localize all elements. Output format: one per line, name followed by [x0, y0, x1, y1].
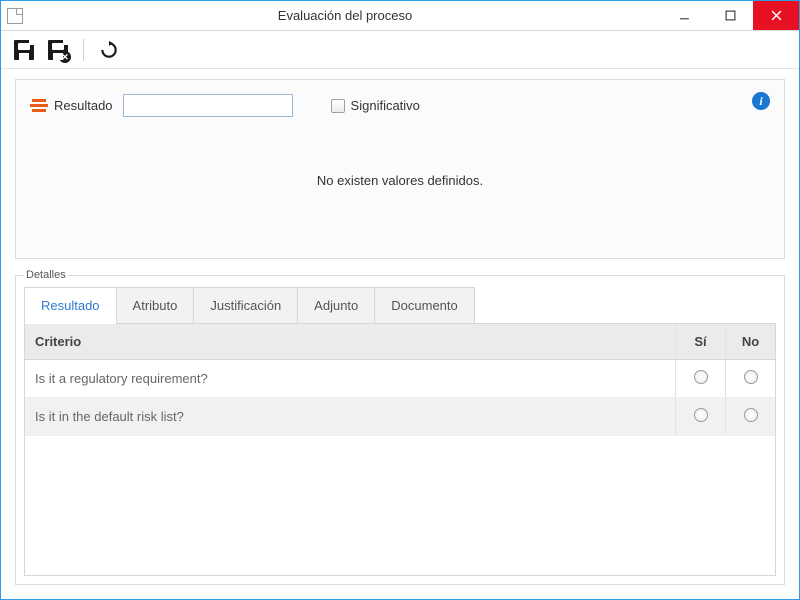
details-fieldset: Detalles Resultado Atributo Justificació…: [15, 269, 785, 585]
significant-checkbox[interactable]: [331, 99, 345, 113]
info-button[interactable]: i: [752, 92, 770, 110]
header-panel: Resultado Significativo i No existen val…: [15, 79, 785, 259]
save-cancel-icon: ✕: [48, 40, 68, 60]
radio-no[interactable]: [744, 408, 758, 422]
window-buttons: [661, 1, 799, 30]
document-icon: [7, 8, 23, 24]
criteria-cell: Is it in the default risk list?: [25, 399, 675, 434]
window-title: Evaluación del proceso: [29, 8, 661, 23]
col-criteria-header: Criterio: [25, 324, 675, 359]
tab-justificacion[interactable]: Justificación: [193, 287, 298, 323]
grid-header: Criterio Sí No: [25, 324, 775, 360]
save-cancel-button[interactable]: ✕: [43, 35, 73, 65]
tab-documento[interactable]: Documento: [374, 287, 474, 323]
criteria-cell: Is it a regulatory requirement?: [25, 361, 675, 396]
window: Evaluación del proceso ✕: [0, 0, 800, 600]
table-row: Is it a regulatory requirement?: [25, 360, 775, 398]
tab-adjunto[interactable]: Adjunto: [297, 287, 375, 323]
col-yes-header: Sí: [675, 324, 725, 359]
col-no-header: No: [725, 324, 775, 359]
tab-resultado[interactable]: Resultado: [24, 287, 117, 323]
titlebar: Evaluación del proceso: [1, 1, 799, 31]
toolbar: ✕: [1, 31, 799, 69]
significant-label: Significativo: [351, 98, 420, 113]
details-legend: Detalles: [24, 269, 68, 281]
save-button[interactable]: [9, 35, 39, 65]
radio-yes[interactable]: [694, 370, 708, 384]
maximize-icon: [725, 10, 736, 21]
refresh-button[interactable]: [94, 35, 124, 65]
minimize-button[interactable]: [661, 1, 707, 30]
header-row: Resultado Significativo: [30, 94, 770, 117]
tabs: Resultado Atributo Justificación Adjunto…: [24, 287, 776, 323]
radio-yes[interactable]: [694, 408, 708, 422]
table-row: Is it in the default risk list?: [25, 398, 775, 436]
content: Resultado Significativo i No existen val…: [1, 69, 799, 599]
maximize-button[interactable]: [707, 1, 753, 30]
refresh-icon: [99, 40, 119, 60]
result-input[interactable]: [123, 94, 293, 117]
result-label: Resultado: [54, 98, 113, 113]
empty-message: No existen valores definidos.: [30, 117, 770, 248]
criteria-grid: Criterio Sí No Is it a regulatory requir…: [24, 323, 776, 576]
result-icon: [30, 99, 48, 113]
minimize-icon: [679, 10, 690, 21]
close-icon: [771, 10, 782, 21]
save-icon: [14, 40, 34, 60]
grid-empty-space: [25, 436, 775, 575]
close-button[interactable]: [753, 1, 799, 30]
tab-atributo[interactable]: Atributo: [116, 287, 195, 323]
radio-no[interactable]: [744, 370, 758, 384]
toolbar-separator: [83, 39, 84, 61]
significant-group: Significativo: [331, 98, 420, 113]
